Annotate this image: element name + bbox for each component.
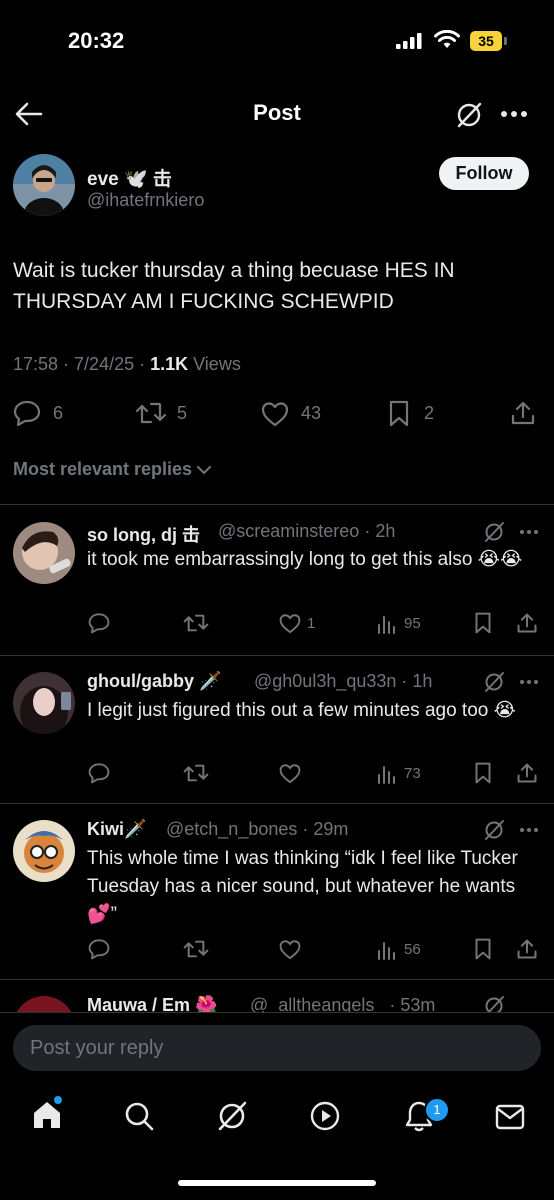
- avatar[interactable]: [13, 154, 75, 216]
- reply-text: it took me embarrassingly long to get th…: [87, 549, 523, 570]
- reply-button[interactable]: [88, 762, 110, 784]
- divider: [0, 803, 554, 804]
- follow-button[interactable]: Follow: [439, 157, 529, 190]
- more-options-icon[interactable]: [519, 529, 539, 535]
- home-indicator: [178, 1180, 376, 1186]
- grok-icon[interactable]: [216, 1100, 248, 1132]
- reply-author-handle[interactable]: @screaminstereo · 2h: [218, 521, 395, 542]
- video-play-icon[interactable]: [310, 1101, 340, 1131]
- post-timestamp: 17:58 · 7/24/25 ·: [13, 354, 151, 374]
- bookmark-button[interactable]: [474, 938, 492, 960]
- battery-nub: [504, 37, 507, 45]
- messages-mail-icon[interactable]: [495, 1104, 525, 1130]
- like-count: 43: [301, 403, 322, 423]
- status-time: 20:32: [68, 28, 125, 53]
- home-icon[interactable]: [32, 1100, 62, 1130]
- divider: [0, 504, 554, 505]
- reply-text: I legit just figured this out a few minu…: [87, 700, 516, 721]
- views-icon: [376, 940, 396, 960]
- chevron-down-icon: [197, 466, 212, 475]
- grok-icon[interactable]: [483, 671, 505, 693]
- avatar[interactable]: [13, 522, 75, 584]
- share-icon[interactable]: [510, 400, 536, 426]
- search-icon[interactable]: [124, 1101, 154, 1131]
- repost-count: 5: [177, 403, 188, 423]
- reply-author-handle[interactable]: @etch_n_bones · 29m: [166, 819, 348, 840]
- post-text: Wait is tucker thursday a thing becuase …: [13, 259, 455, 313]
- reply-input-placeholder: Post your reply: [30, 1037, 164, 1059]
- share-icon[interactable]: [516, 938, 538, 960]
- battery-indicator: 35: [470, 31, 502, 51]
- grok-icon[interactable]: [483, 521, 505, 543]
- views-count: 56: [404, 941, 421, 958]
- reply-author-name[interactable]: so long, dj 击: [87, 521, 200, 547]
- avatar[interactable]: [13, 672, 75, 734]
- share-icon[interactable]: [516, 612, 538, 634]
- more-options-icon[interactable]: [519, 827, 539, 833]
- post-views-label: Views: [188, 354, 241, 374]
- more-options-icon[interactable]: [519, 679, 539, 685]
- more-options-icon[interactable]: [500, 110, 528, 118]
- reply-button[interactable]: [88, 612, 110, 634]
- bookmark-button[interactable]: [474, 612, 492, 634]
- share-icon[interactable]: [516, 762, 538, 784]
- bookmark-button[interactable]: [474, 762, 492, 784]
- repost-button[interactable]: [183, 612, 209, 634]
- like-button[interactable]: [279, 613, 301, 634]
- like-button[interactable]: [279, 763, 301, 784]
- like-button[interactable]: [279, 939, 301, 960]
- repost-button[interactable]: [183, 762, 209, 784]
- views-count: 73: [404, 765, 421, 782]
- views-icon: [376, 764, 396, 784]
- post-author-name[interactable]: eve 🕊️ 击: [87, 164, 172, 191]
- like-button[interactable]: [261, 401, 289, 427]
- bookmark-button[interactable]: [388, 400, 410, 427]
- avatar[interactable]: [13, 820, 75, 882]
- reply-button[interactable]: [88, 938, 110, 960]
- reply-author-name[interactable]: Kiwi🗡️: [87, 819, 146, 840]
- grok-icon[interactable]: [483, 819, 505, 841]
- post-author-handle[interactable]: @ihatefrnkiero: [87, 190, 204, 211]
- reply-author-handle[interactable]: @gh0ul3h_qu33n · 1h: [254, 671, 432, 692]
- bookmark-count: 2: [424, 403, 435, 423]
- reply-count: 6: [53, 403, 64, 423]
- divider: [0, 979, 554, 980]
- cellular-signal-icon: [396, 33, 424, 49]
- wifi-icon: [434, 30, 460, 50]
- post-views-count: 1.1K: [150, 354, 189, 374]
- reply-text: This whole time I was thinking “idk I fe…: [87, 848, 518, 925]
- reply-author-name[interactable]: ghoul/gabby 🗡️: [87, 671, 221, 692]
- reply-sort-label: Most relevant replies: [13, 459, 193, 479]
- divider: [0, 655, 554, 656]
- home-notification-dot: [54, 1096, 62, 1104]
- reply-button[interactable]: [13, 400, 41, 426]
- repost-button[interactable]: [183, 938, 209, 960]
- notifications-badge: 1: [424, 1097, 450, 1123]
- repost-button[interactable]: [135, 400, 167, 426]
- post-meta: 17:58 · 7/24/25 · 1.1K Views: [13, 354, 241, 375]
- reply-sort-dropdown[interactable]: Most relevant replies: [13, 459, 212, 480]
- grok-icon[interactable]: [455, 101, 483, 129]
- like-count: 1: [307, 615, 316, 632]
- views-count: 95: [404, 615, 421, 632]
- views-icon: [376, 614, 396, 634]
